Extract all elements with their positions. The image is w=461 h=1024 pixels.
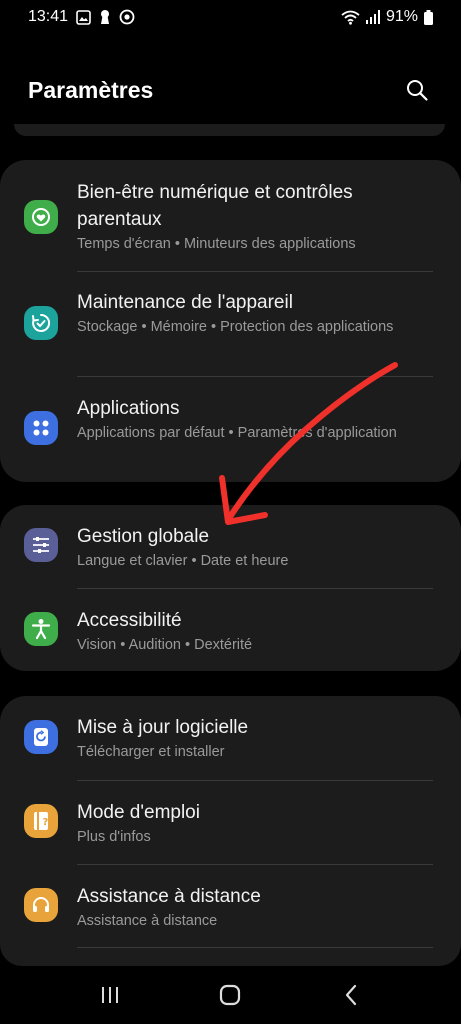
page-title: Paramètres (28, 76, 154, 103)
item-subtitle: Vision • Audition • Dextérité (77, 637, 253, 653)
settings-group-1: Bien-être numérique et contrôles parenta… (0, 160, 461, 482)
status-bar: 13:41 91% (0, 0, 461, 34)
setting-digital-wellbeing[interactable]: Bien-être numérique et contrôles parenta… (0, 160, 461, 271)
item-title: Mise à jour logicielle (77, 717, 249, 738)
home-icon (220, 984, 241, 1006)
item-title: Mode d'emploi (77, 802, 200, 823)
item-title: Applications (77, 398, 180, 419)
setting-accessibility[interactable]: Accessibilité Vision • Audition • Dextér… (0, 589, 461, 671)
digital-wellbeing-icon (24, 200, 58, 234)
item-text: Assistance à distance Assistance à dista… (77, 883, 433, 932)
item-text: Bien-être numérique et contrôles parenta… (77, 179, 433, 255)
gallery-notification-icon (76, 9, 91, 25)
accessibility-icon (24, 612, 58, 646)
recent-apps-icon (102, 987, 119, 1003)
software-update-icon (24, 720, 58, 754)
apps-icon (24, 411, 58, 445)
item-title: Assistance à distance (77, 886, 261, 907)
setting-user-manual[interactable]: ? Mode d'emploi Plus d'infos (0, 781, 461, 864)
setting-remote-support[interactable]: Assistance à distance Assistance à dista… (0, 865, 461, 947)
item-text: Applications Applications par défaut • P… (77, 395, 433, 444)
item-title: Bien-être numérique et contrôles parenta… (77, 182, 353, 230)
headset-icon (24, 888, 58, 922)
item-text: Maintenance de l'appareil Stockage • Mém… (77, 289, 433, 338)
home-button[interactable] (200, 975, 260, 1015)
item-title: Maintenance de l'appareil (77, 292, 293, 313)
item-text: Mode d'emploi Plus d'infos (77, 799, 433, 848)
back-icon (345, 984, 356, 1006)
battery-percent: 91% (385, 8, 418, 25)
previous-card-edge (14, 124, 445, 136)
wifi-icon (341, 10, 360, 25)
item-text: Gestion globale Langue et clavier • Date… (77, 523, 433, 572)
signal-icon (365, 10, 380, 24)
recent-apps-button[interactable] (80, 975, 140, 1015)
search-icon (407, 80, 428, 101)
svg-text:?: ? (43, 817, 49, 828)
item-text: Mise à jour logicielle Télécharger et in… (77, 714, 433, 763)
header: Paramètres (0, 70, 461, 110)
item-text: Accessibilité Vision • Audition • Dextér… (77, 607, 433, 656)
item-title: Gestion globale (77, 526, 210, 547)
navigation-bar (0, 966, 461, 1024)
item-subtitle: Assistance à distance (77, 913, 218, 929)
back-button[interactable] (321, 975, 381, 1015)
item-subtitle: Temps d'écran • Minuteurs des applicatio… (77, 236, 356, 252)
settings-group-3: Mise à jour logicielle Télécharger et in… (0, 696, 461, 966)
settings-group-2: Gestion globale Langue et clavier • Date… (0, 505, 461, 671)
setting-applications[interactable]: Applications Applications par défaut • P… (0, 377, 461, 482)
status-right: 91% (341, 8, 433, 26)
search-button[interactable] (401, 74, 433, 106)
setting-device-care[interactable]: Maintenance de l'appareil Stockage • Mém… (0, 272, 461, 376)
user-manual-icon: ? (24, 804, 58, 838)
item-subtitle: Télécharger et installer (77, 744, 225, 760)
item-subtitle: Langue et clavier • Date et heure (77, 553, 289, 569)
setting-software-update[interactable]: Mise à jour logicielle Télécharger et in… (0, 696, 461, 780)
item-subtitle: Applications par défaut • Paramètres d'a… (77, 425, 397, 441)
sliders-icon (24, 528, 58, 562)
divider (77, 947, 433, 948)
battery-icon (424, 9, 433, 25)
item-subtitle: Stockage • Mémoire • Protection des appl… (77, 319, 394, 335)
item-subtitle: Plus d'infos (77, 829, 151, 845)
target-notification-icon (119, 9, 135, 25)
status-left: 13:41 (28, 8, 135, 26)
device-care-icon (24, 306, 58, 340)
status-time: 13:41 (28, 8, 69, 25)
keyhole-notification-icon (99, 9, 111, 25)
item-title: Accessibilité (77, 610, 182, 631)
setting-general-management[interactable]: Gestion globale Langue et clavier • Date… (0, 505, 461, 588)
